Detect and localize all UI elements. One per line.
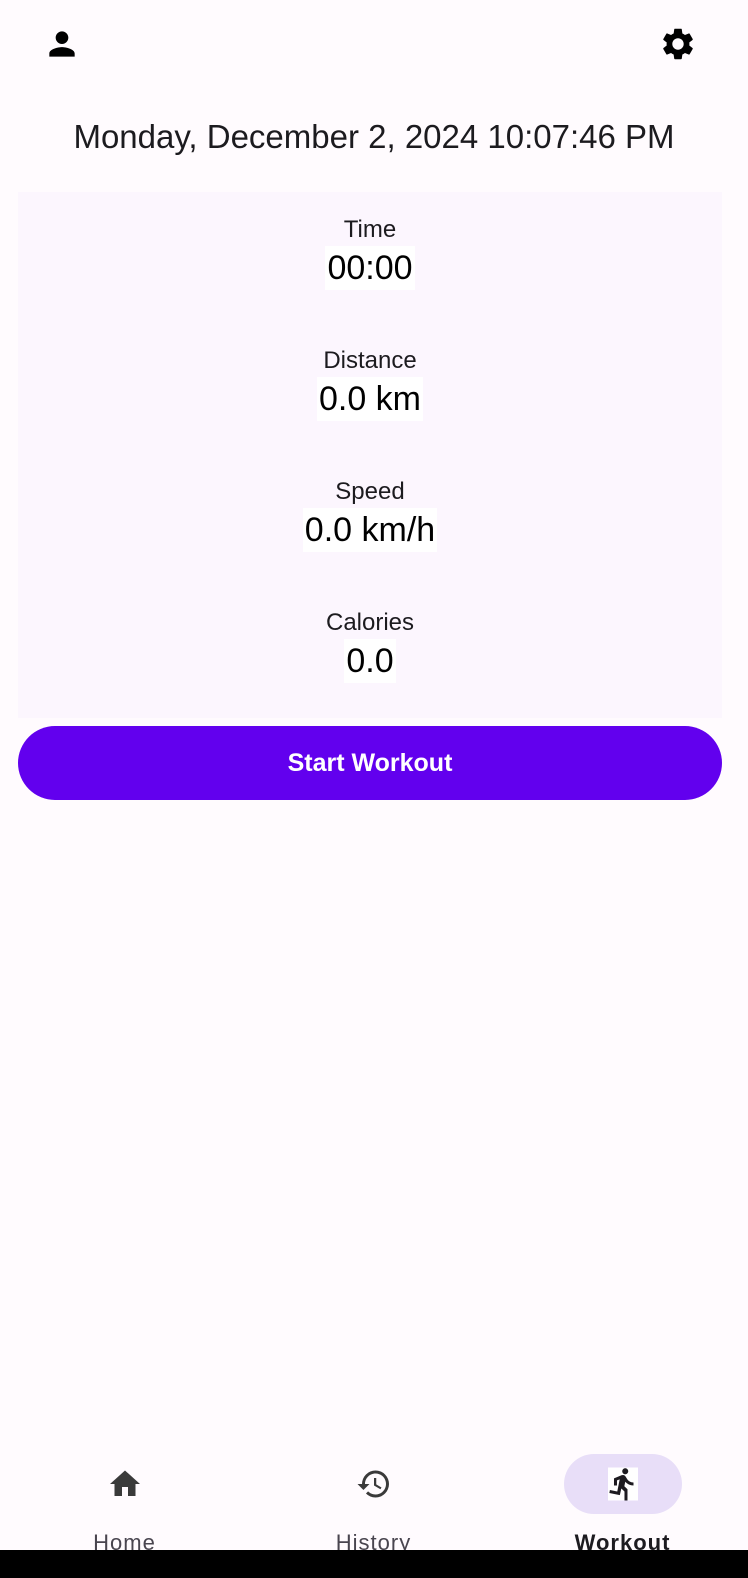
stat-value: 00:00	[325, 246, 415, 290]
stat-calories: Calories 0.0	[18, 607, 722, 683]
gear-icon	[663, 28, 693, 60]
system-navigation-bar	[0, 1550, 748, 1578]
stat-label: Calories	[325, 609, 415, 636]
start-workout-button[interactable]: Start Workout	[18, 726, 722, 800]
settings-button[interactable]	[658, 24, 698, 64]
bottom-navigation: Home History Workout	[0, 1430, 748, 1555]
nav-indicator	[564, 1454, 682, 1514]
stat-time: Time 00:00	[18, 214, 722, 290]
stat-value: 0.0 km	[316, 377, 424, 421]
stat-label: Time	[343, 216, 397, 243]
stat-label: Speed	[335, 478, 405, 505]
home-icon	[110, 1470, 140, 1496]
nav-indicator	[315, 1454, 433, 1514]
person-icon	[49, 31, 75, 57]
nav-indicator	[66, 1454, 184, 1514]
nav-item-workout[interactable]: Workout	[498, 1430, 747, 1555]
stat-speed: Speed 0.0 km/h	[18, 476, 722, 552]
stat-distance: Distance 0.0 km	[18, 345, 722, 421]
workout-screen: Monday, December 2, 2024 10:07:46 PM Tim…	[0, 0, 748, 1578]
history-icon	[357, 1470, 389, 1498]
nav-item-home[interactable]: Home	[0, 1430, 249, 1555]
stat-label: Distance	[323, 347, 417, 374]
stat-value: 0.0 km/h	[302, 508, 438, 552]
profile-button[interactable]	[42, 24, 82, 64]
stats-card: Time 00:00 Distance 0.0 km Speed 0.0 km/…	[18, 192, 722, 718]
current-datetime: Monday, December 2, 2024 10:07:46 PM	[73, 118, 675, 155]
running-icon	[608, 1467, 638, 1501]
stat-value: 0.0	[344, 639, 396, 683]
nav-item-history[interactable]: History	[249, 1430, 498, 1555]
